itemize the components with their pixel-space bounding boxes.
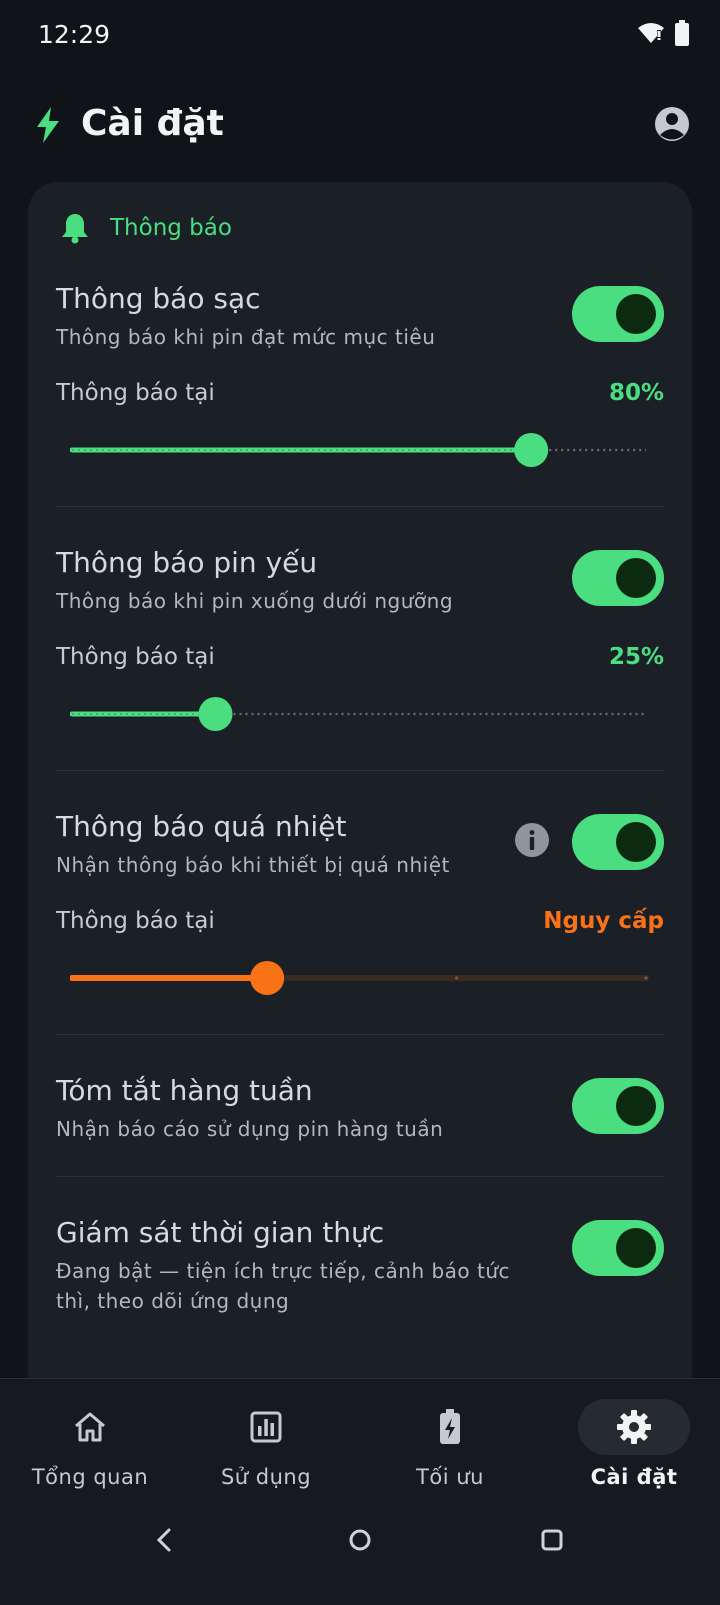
notification-settings-card: Thông báo Thông báo sạc Thông báo khi pi… bbox=[28, 182, 692, 1422]
section-header: Thông báo bbox=[60, 212, 232, 244]
home-circle-icon bbox=[349, 1529, 371, 1551]
realtime-monitoring-toggle[interactable] bbox=[572, 1220, 664, 1276]
section-label: Thông báo bbox=[110, 215, 232, 241]
overheat-level-slider[interactable] bbox=[70, 960, 650, 996]
nav-item-usage[interactable]: Sử dụng bbox=[176, 1379, 356, 1499]
charge-notification-setting: Thông báo sạc Thông báo khi pin đạt mức … bbox=[56, 282, 664, 482]
nav-item-settings[interactable]: Cài đặt bbox=[544, 1379, 720, 1499]
divider bbox=[56, 1176, 664, 1177]
divider bbox=[56, 506, 664, 507]
overheat-toggle[interactable] bbox=[572, 814, 664, 870]
info-icon[interactable] bbox=[514, 822, 550, 858]
threshold-value: 80% bbox=[608, 380, 664, 406]
back-icon bbox=[156, 1528, 171, 1552]
nav-item-optimize[interactable]: Tối ưu bbox=[360, 1379, 540, 1499]
weekly-summary-toggle[interactable] bbox=[572, 1078, 664, 1134]
threshold-value: Nguy cấp bbox=[543, 908, 664, 934]
divider bbox=[56, 1034, 664, 1035]
low-battery-notification-setting: Thông báo pin yếu Thông báo khi pin xuốn… bbox=[56, 546, 664, 746]
threshold-label: Thông báo tại bbox=[56, 908, 215, 934]
recents-button[interactable] bbox=[532, 1520, 572, 1560]
nav-label: Tối ưu bbox=[416, 1465, 484, 1489]
setting-name: Thông báo quá nhiệt bbox=[56, 810, 347, 843]
overheat-notification-setting: Thông báo quá nhiệt Nhận thông báo khi t… bbox=[56, 810, 664, 1010]
charge-threshold-slider[interactable] bbox=[70, 432, 650, 468]
slider-thumb[interactable] bbox=[250, 961, 285, 995]
setting-description: Nhận báo cáo sử dụng pin hàng tuần bbox=[56, 1117, 444, 1141]
setting-name: Thông báo pin yếu bbox=[56, 546, 318, 579]
setting-name: Tóm tắt hàng tuần bbox=[56, 1074, 313, 1107]
slider-thumb[interactable] bbox=[514, 433, 549, 467]
nav-label: Sử dụng bbox=[220, 1465, 312, 1489]
recents-icon bbox=[541, 1529, 563, 1551]
page-title: Cài đặt bbox=[81, 103, 224, 144]
battery-icon bbox=[675, 20, 689, 46]
system-navigation bbox=[0, 1510, 720, 1570]
low-battery-threshold-slider[interactable] bbox=[70, 696, 650, 732]
account-icon[interactable] bbox=[654, 106, 690, 142]
status-time: 12:29 bbox=[38, 20, 111, 49]
threshold-value: 25% bbox=[608, 644, 664, 670]
home-button[interactable] bbox=[340, 1520, 380, 1560]
back-button[interactable] bbox=[144, 1520, 184, 1560]
home-icon bbox=[75, 1412, 105, 1442]
setting-description: Nhận thông báo khi thiết bị quá nhiệt bbox=[56, 853, 450, 877]
bar-chart-icon bbox=[250, 1411, 282, 1443]
bottom-navigation: Tổng quan Sử dụng Tối ưu Cài đặt bbox=[0, 1378, 720, 1605]
app-header: Cài đặt bbox=[0, 95, 720, 159]
low-battery-toggle[interactable] bbox=[572, 550, 664, 606]
weekly-summary-setting: Tóm tắt hàng tuần Nhận báo cáo sử dụng p… bbox=[56, 1074, 664, 1164]
wifi-icon bbox=[638, 23, 664, 43]
setting-name: Giám sát thời gian thực bbox=[56, 1216, 385, 1249]
status-bar: 12:29 bbox=[0, 0, 720, 70]
gear-icon bbox=[617, 1410, 651, 1444]
nav-label: Cài đặt bbox=[590, 1465, 678, 1489]
threshold-label: Thông báo tại bbox=[56, 644, 215, 670]
slider-thumb[interactable] bbox=[198, 697, 233, 731]
setting-description: Thông báo khi pin đạt mức mục tiêu bbox=[56, 325, 436, 349]
bell-icon bbox=[62, 214, 88, 244]
nav-label: Tổng quan bbox=[31, 1465, 149, 1489]
status-icons bbox=[638, 20, 690, 46]
divider bbox=[56, 770, 664, 771]
setting-description: Thông báo khi pin xuống dưới ngưỡng bbox=[56, 589, 454, 613]
realtime-monitoring-setting: Giám sát thời gian thực Đang bật — tiện … bbox=[56, 1216, 664, 1326]
setting-description: Đang bật — tiện ích trực tiếp, cảnh báo … bbox=[56, 1259, 511, 1313]
nav-item-overview[interactable]: Tổng quan bbox=[0, 1379, 180, 1499]
threshold-label: Thông báo tại bbox=[56, 380, 215, 406]
battery-bolt-icon bbox=[440, 1409, 460, 1444]
charge-notification-toggle[interactable] bbox=[572, 286, 664, 342]
setting-name: Thông báo sạc bbox=[56, 282, 261, 315]
bolt-icon bbox=[37, 107, 59, 143]
